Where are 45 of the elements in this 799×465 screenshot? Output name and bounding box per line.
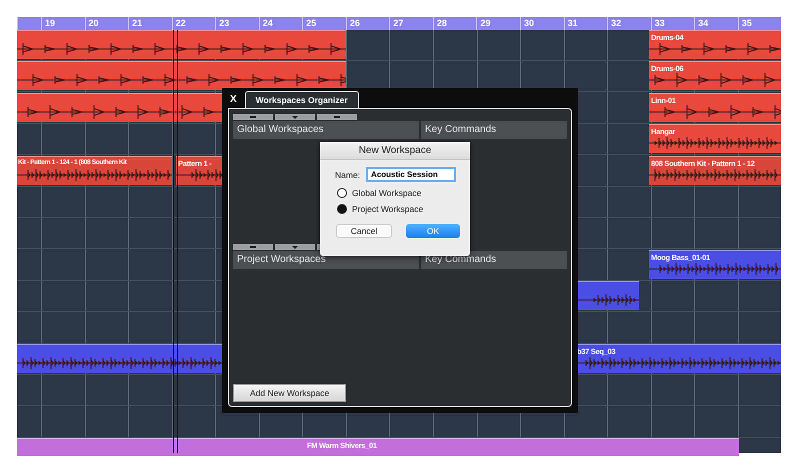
column-header[interactable]: Key Commands [421, 251, 567, 269]
bar-number: 21 [132, 18, 142, 28]
add-workspace-button[interactable]: Add New Workspace [233, 384, 346, 402]
minus-icon [250, 116, 256, 118]
bar-number: 29 [480, 18, 490, 28]
audio-clip[interactable] [17, 438, 305, 456]
column-header[interactable]: Global Workspaces [233, 121, 419, 139]
name-field[interactable]: Acoustic Session [366, 167, 456, 182]
remove-button[interactable] [233, 244, 273, 250]
audio-clip[interactable] [578, 281, 639, 310]
option-label[interactable]: Project Workspace [352, 204, 424, 214]
bar-number: 33 [654, 18, 665, 28]
remove-button[interactable] [233, 114, 273, 120]
audio-clip[interactable] [17, 92, 222, 122]
minus-icon [250, 246, 256, 248]
bar-number: 20 [88, 18, 99, 28]
close-button[interactable]: X [228, 94, 239, 108]
bar-number: 22 [176, 18, 186, 28]
audio-clip[interactable] [17, 61, 346, 90]
dropdown-button[interactable] [275, 244, 315, 250]
bar-number: 34 [698, 18, 708, 28]
option-label[interactable]: Global Workspace [352, 188, 422, 198]
dialog-title: New Workspace [320, 142, 470, 160]
dropdown-button[interactable] [275, 114, 315, 120]
minus-icon [334, 116, 340, 118]
bar-number: 23 [219, 18, 230, 28]
bar-number: 35 [742, 18, 752, 28]
bar-number: 26 [350, 18, 360, 28]
cancel-button[interactable]: Cancel [336, 224, 392, 238]
bar-number: 28 [436, 18, 447, 28]
audio-clip[interactable] [17, 30, 346, 59]
bar-number: 30 [524, 18, 534, 28]
bar-number: 24 [262, 18, 273, 28]
radio-button[interactable] [337, 188, 347, 198]
bar-number: 19 [45, 18, 56, 28]
radio-button[interactable] [337, 204, 347, 214]
bar-number: 25 [306, 18, 316, 28]
bar-number: 31 [568, 18, 578, 28]
bar-number: 27 [393, 18, 404, 28]
column-header[interactable]: Key Commands [421, 121, 567, 139]
caret-icon [292, 116, 298, 118]
bar-number: 32 [611, 18, 622, 28]
name-label: Name: [335, 170, 360, 180]
remove-button[interactable] [317, 114, 357, 120]
window-tab[interactable]: Workspaces Organizer [244, 91, 359, 108]
